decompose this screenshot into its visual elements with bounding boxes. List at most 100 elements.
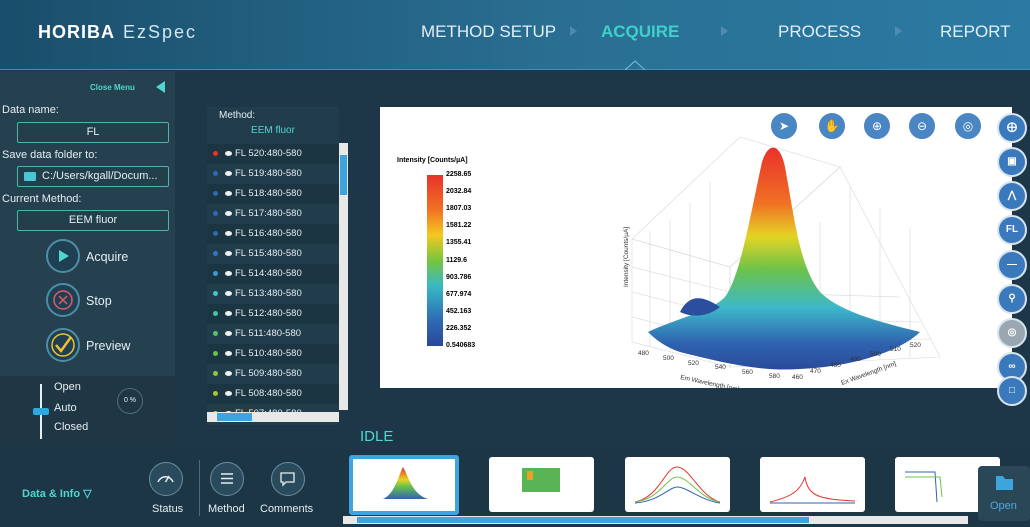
thumbnail-spectra[interactable] [625, 457, 730, 512]
method-item-label: FL 514:480-580 [235, 268, 302, 279]
method-list-item[interactable]: FL 517:480-580 [207, 204, 339, 224]
fit-screen-icon[interactable]: □ [997, 376, 1027, 406]
shutter-open[interactable]: Open [54, 381, 81, 393]
current-method-field[interactable]: EEM fluor [17, 210, 169, 231]
checkmark-icon [51, 333, 75, 357]
method-list-item[interactable]: FL 510:480-580 [207, 344, 339, 364]
data-name-label: Data name: [2, 104, 59, 116]
visibility-icon[interactable] [225, 311, 232, 316]
em-tick: 500 [663, 355, 674, 362]
method-list-item[interactable]: FL 516:480-580 [207, 224, 339, 244]
collapse-arrow-icon[interactable] [156, 81, 165, 93]
shutter-auto[interactable]: Auto [54, 402, 77, 414]
thumbnail-heatmap[interactable] [489, 457, 594, 512]
method-item-label: FL 512:480-580 [235, 308, 302, 319]
method-list-item[interactable]: FL 511:480-580 [207, 324, 339, 344]
visibility-icon[interactable] [225, 331, 232, 336]
ex-tick: 510 [890, 346, 901, 353]
method-title: Method: [219, 110, 256, 121]
shutter-control: Open Auto Closed 0 % [0, 376, 175, 447]
top-bar: HORIBA EzSpec METHOD SETUP ACQUIRE PROCES… [0, 0, 1030, 70]
method-list-scrollbar[interactable] [339, 143, 348, 410]
current-method-label: Current Method: [2, 193, 82, 205]
em-tick: 540 [715, 364, 726, 371]
scroll-thumb[interactable] [340, 155, 347, 195]
method-item-label: FL 515:480-580 [235, 248, 302, 259]
method-list-item[interactable]: FL 520:480-580 [207, 144, 339, 164]
visibility-icon[interactable] [225, 371, 232, 376]
fl-mode-icon[interactable]: FL [997, 215, 1027, 245]
visibility-icon[interactable] [225, 191, 232, 196]
open-button[interactable] [978, 466, 1030, 521]
minus-icon[interactable]: — [997, 250, 1027, 280]
ex-tick: 480 [830, 362, 841, 369]
save-folder-field[interactable]: C:/Users/kgall/Docum... [17, 166, 169, 187]
peak-icon[interactable]: ⋀ [997, 181, 1027, 211]
image-view-icon[interactable]: ▣ [997, 147, 1027, 177]
tab-method-setup[interactable]: METHOD SETUP [421, 22, 556, 42]
logo: HORIBA EzSpec [38, 22, 198, 42]
thumbnail-spectrum-b[interactable] [760, 457, 865, 512]
series-color-dot [213, 391, 218, 396]
visibility-icon[interactable] [225, 171, 232, 176]
tab-report[interactable]: REPORT [940, 22, 1011, 42]
thumbnail-3d-surface[interactable] [349, 455, 459, 515]
scroll-thumb[interactable] [217, 413, 252, 421]
eem-3d-plot[interactable]: Intensity [Counts/µA] 2258.65 2032.84 1807… [380, 107, 1012, 388]
method-list-item[interactable]: FL 519:480-580 [207, 164, 339, 184]
method-list-hscrollbar[interactable] [207, 412, 339, 422]
method-list-item[interactable]: FL 508:480-580 [207, 384, 339, 404]
shutter-slider-handle[interactable] [33, 408, 49, 415]
open-label: Open [990, 500, 1017, 512]
nav-arrow-icon [721, 26, 728, 36]
crosshair-icon[interactable]: ⨁ [997, 113, 1027, 143]
visibility-icon[interactable] [225, 291, 232, 296]
method-list-item[interactable]: FL 509:480-580 [207, 364, 339, 384]
method-list-item[interactable]: FL 514:480-580 [207, 264, 339, 284]
visibility-icon[interactable] [225, 391, 232, 396]
acquire-button[interactable] [46, 239, 80, 273]
close-menu-button[interactable]: Close Menu [90, 83, 135, 92]
app-window: HORIBA EzSpec METHOD SETUP ACQUIRE PROCES… [0, 0, 1030, 527]
scroll-thumb[interactable] [357, 517, 809, 523]
tab-acquire[interactable]: ACQUIRE [601, 22, 679, 42]
method-list-item[interactable]: FL 507:480-580 [207, 404, 339, 412]
search-icon[interactable]: ⚲ [997, 284, 1027, 314]
method-list-item[interactable]: FL 513:480-580 [207, 284, 339, 304]
comments-icon[interactable] [271, 462, 305, 496]
zoom-in-icon[interactable]: ⊕ [862, 111, 892, 141]
data-name-field[interactable]: FL [17, 122, 169, 143]
visibility-icon[interactable] [225, 231, 232, 236]
method-list-item[interactable]: FL 515:480-580 [207, 244, 339, 264]
pan-icon[interactable]: ✋ [817, 111, 847, 141]
series-color-dot [213, 251, 218, 256]
visibility-icon[interactable] [225, 271, 232, 276]
zoom-fit-icon[interactable]: ◎ [953, 111, 983, 141]
data-info-toggle[interactable]: Data & Info ▽ [22, 487, 92, 500]
em-tick: 520 [688, 360, 699, 367]
thumbnail-scrollbar[interactable] [343, 516, 968, 524]
method-item-label: FL 516:480-580 [235, 228, 302, 239]
visibility-icon[interactable] [225, 251, 232, 256]
method-list-item[interactable]: FL 512:480-580 [207, 304, 339, 324]
method-item-label: FL 511:480-580 [235, 328, 302, 339]
status-icon[interactable] [149, 462, 183, 496]
cursor-icon[interactable]: ➤ [769, 111, 799, 141]
method-list-item[interactable]: FL 518:480-580 [207, 184, 339, 204]
preview-button[interactable] [46, 328, 80, 362]
visibility-icon[interactable] [225, 211, 232, 216]
visibility-icon[interactable] [225, 351, 232, 356]
pin-icon[interactable]: ◎ [997, 318, 1027, 348]
surface-peak [648, 147, 920, 370]
method-item-label: FL 520:480-580 [235, 148, 302, 159]
shutter-closed[interactable]: Closed [54, 421, 88, 433]
visibility-icon[interactable] [225, 151, 232, 156]
stop-button[interactable] [46, 283, 80, 317]
tab-process[interactable]: PROCESS [778, 22, 861, 42]
zoom-out-icon[interactable]: ⊖ [907, 111, 937, 141]
series-color-dot [213, 211, 218, 216]
progress-indicator: 0 % [117, 388, 143, 414]
method-icon[interactable] [210, 462, 244, 496]
close-icon [53, 290, 73, 310]
method-item-label: FL 518:480-580 [235, 188, 302, 199]
